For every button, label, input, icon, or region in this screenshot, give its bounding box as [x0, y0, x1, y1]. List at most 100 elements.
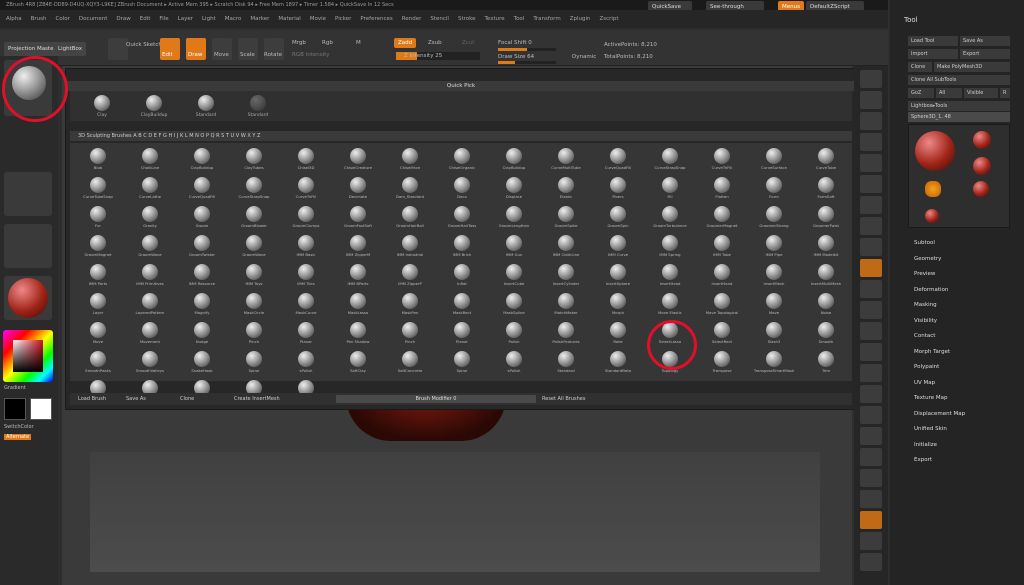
tool-section-export[interactable]: Export — [914, 457, 932, 463]
quick-sketch-icon[interactable] — [108, 38, 128, 60]
brush-item[interactable]: MaskCurve — [280, 292, 332, 318]
brush-item[interactable]: SnakeHook — [176, 350, 228, 376]
all-button[interactable]: All — [936, 88, 962, 98]
brush-item[interactable]: Pinch — [228, 321, 280, 347]
tool-section-subtool[interactable]: Subtool — [914, 240, 935, 246]
brush-item[interactable]: MaskPen — [384, 292, 436, 318]
shelf-icon[interactable] — [860, 112, 882, 130]
brush-item[interactable]: CurveQuadFill — [592, 147, 644, 173]
projection-master-button[interactable]: Projection Master — [4, 42, 60, 56]
brush-item[interactable]: CurveStrapSnap — [644, 147, 696, 173]
brush-item[interactable]: Move Elastic — [644, 292, 696, 318]
brush-item[interactable]: sPolish — [488, 350, 540, 376]
brush-item[interactable]: ClayBuildup — [488, 147, 540, 173]
brush-item[interactable]: ChiselOrganic — [436, 147, 488, 173]
clone-button[interactable]: Clone — [176, 394, 198, 404]
brush-item[interactable]: IMM Brick — [436, 234, 488, 260]
shelf-icon[interactable] — [860, 175, 882, 193]
brush-item[interactable]: IMM Basic — [280, 234, 332, 260]
brush-item[interactable]: SelectRect — [696, 321, 748, 347]
edit-button[interactable]: Edit — [160, 38, 180, 60]
brush-item[interactable]: InsertCylinder — [540, 263, 592, 289]
brush-item[interactable]: IMM Gun — [488, 234, 540, 260]
clone-all-subtools-button[interactable]: Clone All SubTools — [908, 75, 1010, 85]
brush-item[interactable]: IMM Tube — [696, 234, 748, 260]
brush-item[interactable]: Gravity — [124, 205, 176, 231]
brush-item[interactable]: LayeredPattern — [124, 292, 176, 318]
brush-item[interactable]: Fur — [72, 205, 124, 231]
brush-modifier-slider[interactable]: Brush Modifier 0 — [336, 395, 536, 403]
menu-item-tool[interactable]: Tool — [514, 10, 525, 28]
shelf-icon[interactable] — [860, 133, 882, 151]
tool-section-morph-target[interactable]: Morph Target — [914, 349, 950, 355]
brush-item[interactable]: Trim — [800, 350, 852, 376]
brush-item[interactable]: IMM Parts — [72, 263, 124, 289]
brush-item[interactable]: Transpose — [696, 350, 748, 376]
shelf-icon[interactable] — [860, 490, 882, 508]
tool-section-geometry[interactable]: Geometry — [914, 256, 941, 262]
brush-item[interactable]: Flatten — [696, 176, 748, 202]
tool-section-contact[interactable]: Contact — [914, 333, 935, 339]
zadd-button[interactable]: Zadd — [394, 38, 417, 48]
clone-tool-button[interactable]: Clone — [908, 62, 932, 72]
menu-item-picker[interactable]: Picker — [335, 10, 351, 28]
brush-item[interactable]: Groom — [176, 205, 228, 231]
brush-item[interactable]: Blob — [72, 147, 124, 173]
brush-item[interactable]: GroomTwister — [176, 234, 228, 260]
quick-pick-item[interactable]: Standard — [186, 93, 226, 121]
shelf-icon[interactable] — [860, 364, 882, 382]
brush-item[interactable]: InsertSphere — [592, 263, 644, 289]
brush-item[interactable]: InsertMultiMesh — [800, 263, 852, 289]
menu-item-marker[interactable]: Marker — [250, 10, 269, 28]
save-as-button[interactable]: Save As — [122, 394, 150, 404]
brush-item[interactable]: GroomFastSoft — [332, 205, 384, 231]
brush-item[interactable]: Planar — [436, 321, 488, 347]
brush-item[interactable]: IMM Primitives — [124, 263, 176, 289]
brush-item[interactable]: InsertMesh — [748, 263, 800, 289]
brush-item[interactable]: InsertHand — [696, 263, 748, 289]
brush-item[interactable]: GroomWave — [124, 234, 176, 260]
brush-item[interactable]: MatchMaker — [540, 292, 592, 318]
menu-item-color[interactable]: Color — [56, 10, 70, 28]
menu-item-texture[interactable]: Texture — [485, 10, 505, 28]
brush-item[interactable]: Planar — [280, 321, 332, 347]
shelf-icon[interactable] — [860, 343, 882, 361]
quick-pick-item[interactable]: Standard — [238, 93, 278, 121]
brush-item[interactable]: Elastic — [540, 176, 592, 202]
brush-item[interactable]: StandardBeta — [592, 350, 644, 376]
brush-item[interactable]: GroomLengthen — [488, 205, 540, 231]
shelf-icon[interactable] — [860, 259, 882, 277]
sphere-tool-icon[interactable] — [915, 131, 955, 171]
tool-section-deformation[interactable]: Deformation — [914, 287, 948, 293]
brush-item[interactable]: IMM Tiles — [280, 263, 332, 289]
menu-item-macro[interactable]: Macro — [225, 10, 242, 28]
brush-item[interactable]: MaskLasso — [332, 292, 384, 318]
menu-item-zplugin[interactable]: Zplugin — [570, 10, 591, 28]
brush-item[interactable]: Move — [72, 321, 124, 347]
visible-button[interactable]: Visible — [964, 88, 998, 98]
color-picker-square[interactable] — [13, 340, 43, 372]
shelf-icon[interactable] — [860, 301, 882, 319]
brush-item[interactable]: CurveTriFill — [280, 176, 332, 202]
brush-item[interactable]: GroomerTwist — [800, 205, 852, 231]
brush-item[interactable]: GroomHairToss — [436, 205, 488, 231]
brush-item[interactable]: Spiral — [228, 350, 280, 376]
brush-item[interactable]: Pen Shadow — [332, 321, 384, 347]
brush-item[interactable]: CurveLathe — [124, 176, 176, 202]
tool-section-initialize[interactable]: Initialize — [914, 442, 937, 448]
brush-item[interactable]: ChalkLine — [124, 147, 176, 173]
load-tool-button[interactable]: Load Tool — [908, 36, 958, 46]
brush-item[interactable]: GroomWave — [228, 234, 280, 260]
zsub-button[interactable]: Zsub — [428, 40, 442, 46]
cylinder-tool-icon[interactable] — [973, 131, 991, 149]
brush-item[interactable]: IMM Modelkit — [800, 234, 852, 260]
reset-all-brushes-button[interactable]: Reset All Brushes — [538, 394, 589, 404]
rgb-toggle[interactable]: Rgb — [322, 40, 333, 46]
menu-item-file[interactable]: File — [159, 10, 168, 28]
brush-item[interactable]: CurveMultiTube — [540, 147, 592, 173]
shelf-icon[interactable] — [860, 280, 882, 298]
shelf-icon[interactable] — [860, 406, 882, 424]
brush-item[interactable]: Slash3 — [748, 321, 800, 347]
brush-item[interactable]: MaskCircle — [228, 292, 280, 318]
load-brush-button[interactable]: Load Brush — [74, 394, 110, 404]
